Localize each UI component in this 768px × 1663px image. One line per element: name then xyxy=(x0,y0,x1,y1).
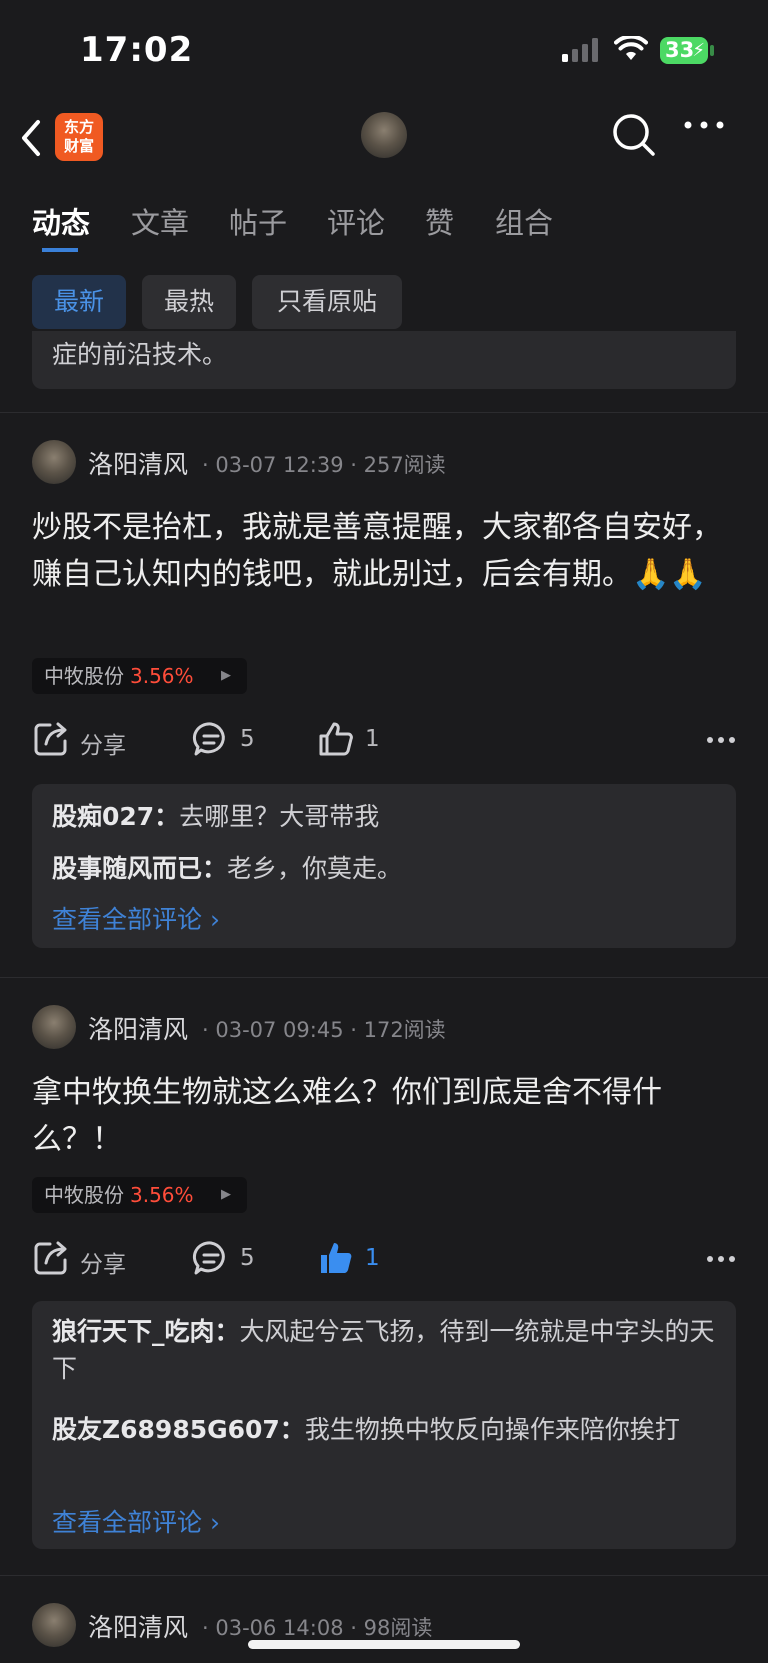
post-more-icon[interactable] xyxy=(706,1255,736,1263)
comment-preview: 狼行天下_吃肉：大风起兮云飞扬，待到一统就是中字头的天下 股友Z68985G60… xyxy=(32,1301,736,1549)
logo-line-1: 东方 xyxy=(63,118,94,136)
nav-bar: 东方 财富 xyxy=(0,100,768,180)
stock-tag[interactable]: 中牧股份 3.56% ▶ xyxy=(32,1177,247,1213)
username[interactable]: 洛阳清风 xyxy=(88,1010,188,1046)
share-icon xyxy=(34,1241,67,1275)
filter-chips: 最新 最热 只看原贴 xyxy=(0,275,768,331)
comment-item[interactable]: 股痴027：去哪里？大哥带我 xyxy=(52,798,722,835)
comment-count: 5 xyxy=(240,726,255,752)
comment-text: 去哪里？大哥带我 xyxy=(179,802,380,831)
comment-text: 我生物换中牧反向操作来陪你挨打 xyxy=(304,1415,680,1444)
like-count: 1 xyxy=(365,726,380,752)
share-label: 分享 xyxy=(80,1252,126,1278)
thumbs-up-filled-icon xyxy=(321,1243,352,1273)
tab-posts[interactable]: 帖子 xyxy=(229,200,287,242)
post-more-icon[interactable] xyxy=(706,736,736,744)
avatar[interactable] xyxy=(32,1005,76,1049)
wifi-icon xyxy=(614,36,648,60)
post-content[interactable]: 拿中牧换生物就这么难么？你们到底是舍不得什么？！ xyxy=(32,1069,736,1163)
filter-latest[interactable]: 最新 xyxy=(32,275,126,329)
stock-change: 3.56% xyxy=(130,664,194,688)
comment-text: 老乡，你莫走。 xyxy=(227,854,403,883)
thumbs-up-icon xyxy=(319,722,353,756)
cellular-signal-icon xyxy=(562,38,598,62)
stock-name: 中牧股份 xyxy=(44,664,124,688)
share-icon xyxy=(34,722,67,756)
like-button[interactable]: 1 xyxy=(317,720,397,760)
comment-icon xyxy=(192,722,225,756)
avatar[interactable] xyxy=(32,440,76,484)
like-count: 1 xyxy=(365,1245,380,1271)
avatar[interactable] xyxy=(32,1603,76,1647)
comment-button[interactable]: 5 xyxy=(192,720,272,760)
comment-icon xyxy=(192,1241,225,1275)
status-time: 17:02 xyxy=(80,30,194,70)
back-arrow-icon[interactable] xyxy=(18,118,44,158)
caret-right-icon: ▶ xyxy=(221,1187,231,1202)
username[interactable]: 洛阳清风 xyxy=(88,1608,188,1644)
post-meta: · 03-07 09:45 · 172阅读 xyxy=(202,1018,446,1042)
partial-post-card[interactable]: 症的前沿技术。 xyxy=(32,331,736,389)
share-label: 分享 xyxy=(80,733,126,759)
share-button[interactable]: 分享 xyxy=(32,720,132,760)
comment-preview: 股痴027：去哪里？大哥带我 股事随风而已：老乡，你莫走。 查看全部评论 › xyxy=(32,784,736,948)
battery-icon: 33 ⚡ xyxy=(660,37,708,64)
divider xyxy=(0,977,768,978)
stock-name: 中牧股份 xyxy=(44,1183,124,1207)
comment-count: 5 xyxy=(240,1245,255,1271)
comment-button[interactable]: 5 xyxy=(192,1239,272,1279)
logo-line-2: 财富 xyxy=(63,137,94,155)
view-all-comments-link[interactable]: 查看全部评论 › xyxy=(52,900,220,936)
tab-likes[interactable]: 赞 xyxy=(425,200,454,242)
like-button[interactable]: 1 xyxy=(317,1239,397,1279)
divider xyxy=(0,1575,768,1576)
caret-right-icon: ▶ xyxy=(221,668,231,683)
active-tab-indicator xyxy=(42,242,78,252)
home-indicator xyxy=(248,1640,520,1649)
stock-tag[interactable]: 中牧股份 3.56% ▶ xyxy=(32,658,247,694)
post-actions: 分享 5 1 xyxy=(32,1239,736,1279)
comment-item[interactable]: 股友Z68985G607：我生物换中牧反向操作来陪你挨打 xyxy=(52,1411,722,1448)
comment-item[interactable]: 狼行天下_吃肉：大风起兮云飞扬，待到一统就是中字头的天下 xyxy=(52,1313,722,1387)
filter-original-only[interactable]: 只看原贴 xyxy=(252,275,402,329)
post-content[interactable]: 炒股不是抬杠，我就是善意提醒，大家都各自安好，赚自己认知内的钱吧，就此别过，后会… xyxy=(32,504,736,598)
status-bar: 17:02 33 ⚡ xyxy=(0,0,768,100)
divider xyxy=(0,412,768,413)
post-meta: · 03-06 14:08 · 98阅读 xyxy=(202,1616,433,1640)
battery-level: 33 xyxy=(665,38,695,62)
username[interactable]: 洛阳清风 xyxy=(88,445,188,481)
comment-user[interactable]: 股友Z68985G607： xyxy=(52,1415,305,1444)
search-icon[interactable] xyxy=(611,112,657,158)
comment-item[interactable]: 股事随风而已：老乡，你莫走。 xyxy=(52,850,722,887)
view-all-comments-link[interactable]: 查看全部评论 › xyxy=(52,1503,220,1539)
profile-tabs: 动态 文章 帖子 评论 赞 组合 xyxy=(0,190,768,252)
share-button[interactable]: 分享 xyxy=(32,1239,132,1279)
tab-comments[interactable]: 评论 xyxy=(327,200,385,242)
comment-user[interactable]: 股事随风而已： xyxy=(52,854,227,883)
post-header: 洛阳清风 · 03-07 09:45 · 172阅读 xyxy=(32,1005,732,1049)
app-logo: 东方 财富 xyxy=(55,113,103,161)
filter-hottest[interactable]: 最热 xyxy=(142,275,236,329)
post-actions: 分享 5 1 xyxy=(32,720,736,760)
stock-change: 3.56% xyxy=(130,1183,194,1207)
post-header: 洛阳清风 · 03-07 12:39 · 257阅读 xyxy=(32,440,732,484)
tab-dynamics[interactable]: 动态 xyxy=(32,200,90,242)
post-meta: · 03-07 12:39 · 257阅读 xyxy=(202,453,446,477)
profile-avatar[interactable] xyxy=(361,112,407,158)
more-options-icon[interactable] xyxy=(683,120,727,130)
tab-portfolio[interactable]: 组合 xyxy=(495,200,553,242)
charging-bolt-icon: ⚡ xyxy=(692,40,705,61)
battery-cap xyxy=(710,45,714,56)
comment-user[interactable]: 股痴027： xyxy=(52,802,179,831)
partial-post-text: 症的前沿技术。 xyxy=(52,340,228,369)
comment-user[interactable]: 狼行天下_吃肉： xyxy=(52,1317,240,1346)
tab-articles[interactable]: 文章 xyxy=(131,200,189,242)
